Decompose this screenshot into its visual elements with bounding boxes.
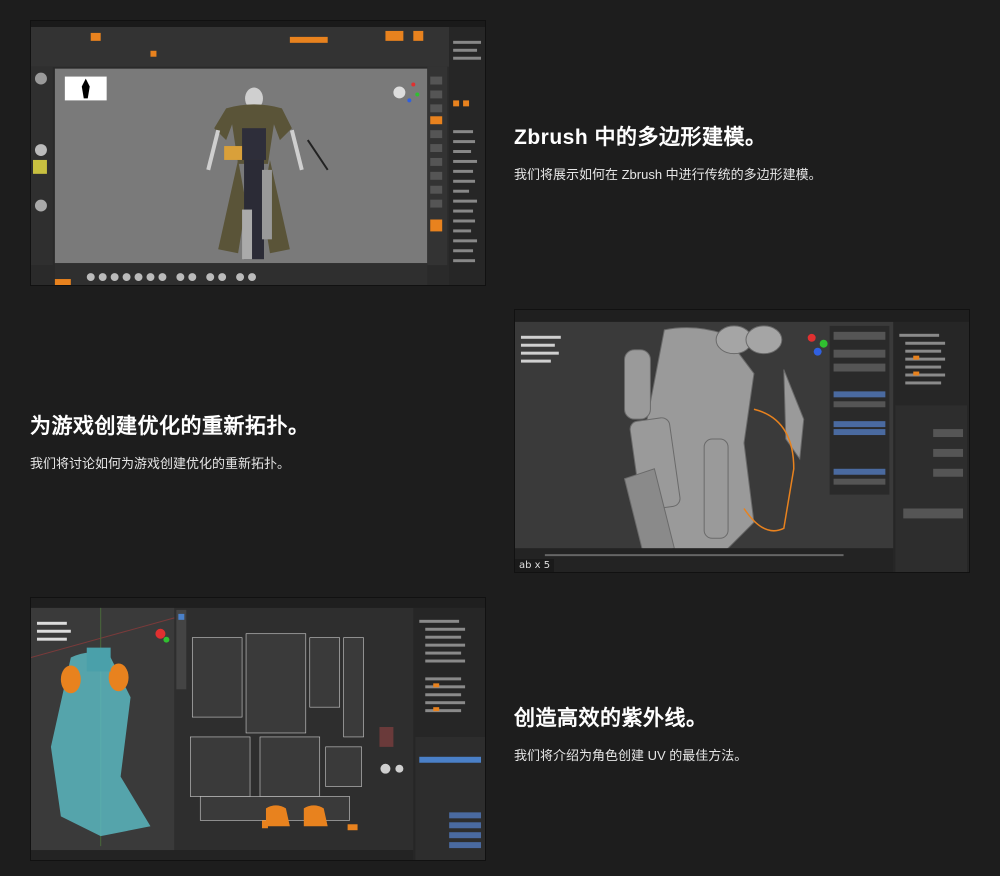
section-heading: 创造高效的紫外线。 xyxy=(514,707,708,730)
section-description: 我们将介绍为角色创建 UV 的最佳方法。 xyxy=(514,748,748,764)
section-description: 我们将讨论如何为游戏创建优化的重新拓扑。 xyxy=(30,456,291,472)
section-heading: 为游戏创建优化的重新拓扑。 xyxy=(30,415,310,438)
section-retopology: 为游戏创建优化的重新拓扑。 我们将讨论如何为游戏创建优化的重新拓扑。 xyxy=(30,414,500,473)
blender-uv-screenshot xyxy=(30,597,486,861)
section-zbrush: Zbrush 中的多边形建模。 我们将展示如何在 Zbrush 中进行传统的多边… xyxy=(514,125,984,184)
overlay-caption: ab x 5 xyxy=(515,559,555,572)
section-heading: Zbrush 中的多边形建模。 xyxy=(514,126,767,149)
blender-retopology-screenshot: ab x 5 xyxy=(514,309,970,573)
section-description: 我们将展示如何在 Zbrush 中进行传统的多边形建模。 xyxy=(514,167,822,183)
zbrush-screenshot xyxy=(30,20,486,286)
section-uv: 创造高效的紫外线。 我们将介绍为角色创建 UV 的最佳方法。 xyxy=(514,706,984,765)
